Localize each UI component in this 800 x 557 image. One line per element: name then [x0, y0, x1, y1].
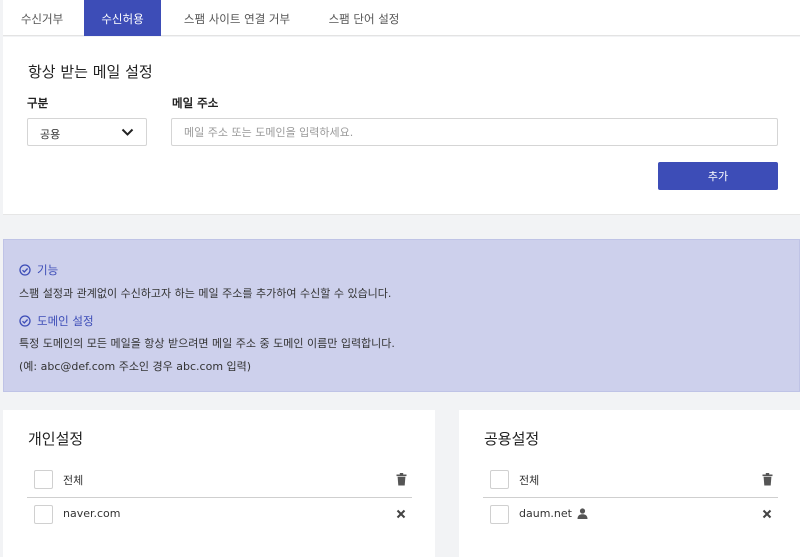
tab-allow[interactable]: 수신허용 [84, 0, 161, 36]
trash-icon[interactable] [762, 473, 773, 486]
select-all-checkbox[interactable] [34, 470, 53, 489]
category-value: 공용 [40, 128, 61, 141]
check-circle-icon [19, 264, 31, 276]
tab-spam-words[interactable]: 스팸 단어 설정 [313, 0, 415, 36]
personal-title: 개인설정 [28, 430, 84, 448]
card-title: 항상 받는 메일 설정 [28, 63, 153, 81]
trash-icon[interactable] [396, 473, 407, 486]
domain-heading: 도메인 설정 [19, 313, 94, 329]
allow-settings-card: 항상 받는 메일 설정 구분 메일 주소 공용 추가 [3, 37, 800, 215]
check-circle-icon [19, 315, 31, 327]
shared-header-row: 전체 [483, 462, 778, 498]
select-all-checkbox[interactable] [490, 470, 509, 489]
user-icon [577, 508, 588, 519]
feature-title: 기능 [37, 263, 59, 277]
domain-example: (예: abc@def.com 주소인 경우 abc.com 입력) [19, 360, 252, 373]
shared-settings-card: 공용설정 전체 daum.net [459, 410, 800, 557]
feature-heading: 기능 [19, 262, 58, 278]
personal-header-row: 전체 [27, 462, 412, 498]
list-item: naver.com [27, 497, 412, 533]
chevron-down-icon [121, 128, 134, 136]
shared-title: 공용설정 [484, 430, 540, 448]
item-checkbox[interactable] [490, 505, 509, 524]
item-checkbox[interactable] [34, 505, 53, 524]
tab-block[interactable]: 수신거부 [3, 0, 81, 36]
feature-text: 스팸 설정과 관계없이 수신하고자 하는 메일 주소를 추가하여 수신할 수 있… [19, 287, 392, 300]
personal-settings-card: 개인설정 전체 naver.com [3, 410, 435, 557]
tab-bar: 수신거부 수신허용 스팸 사이트 연결 거부 스팸 단어 설정 [3, 0, 800, 36]
category-select[interactable]: 공용 [27, 118, 147, 146]
domain-text: 특정 도메인의 모든 메일을 항상 받으려면 메일 주소 중 도메인 이름만 입… [19, 337, 395, 350]
tab-spam-site[interactable]: 스팸 사이트 연결 거부 [167, 0, 307, 36]
add-button[interactable]: 추가 [658, 162, 778, 190]
item-address-text: daum.net [519, 507, 572, 520]
close-icon[interactable] [396, 509, 406, 519]
email-input[interactable] [171, 118, 778, 146]
info-box: 기능 스팸 설정과 관계없이 수신하고자 하는 메일 주소를 추가하여 수신할 … [3, 239, 800, 392]
select-all-label: 전체 [63, 474, 84, 487]
item-address-text: naver.com [63, 507, 121, 520]
category-label: 구분 [27, 96, 49, 110]
close-icon[interactable] [762, 509, 772, 519]
item-address: naver.com [63, 507, 121, 520]
select-all-label: 전체 [519, 474, 540, 487]
item-address: daum.net [519, 507, 588, 520]
email-label: 메일 주소 [172, 96, 219, 110]
list-item: daum.net [483, 497, 778, 533]
domain-title: 도메인 설정 [37, 314, 94, 328]
